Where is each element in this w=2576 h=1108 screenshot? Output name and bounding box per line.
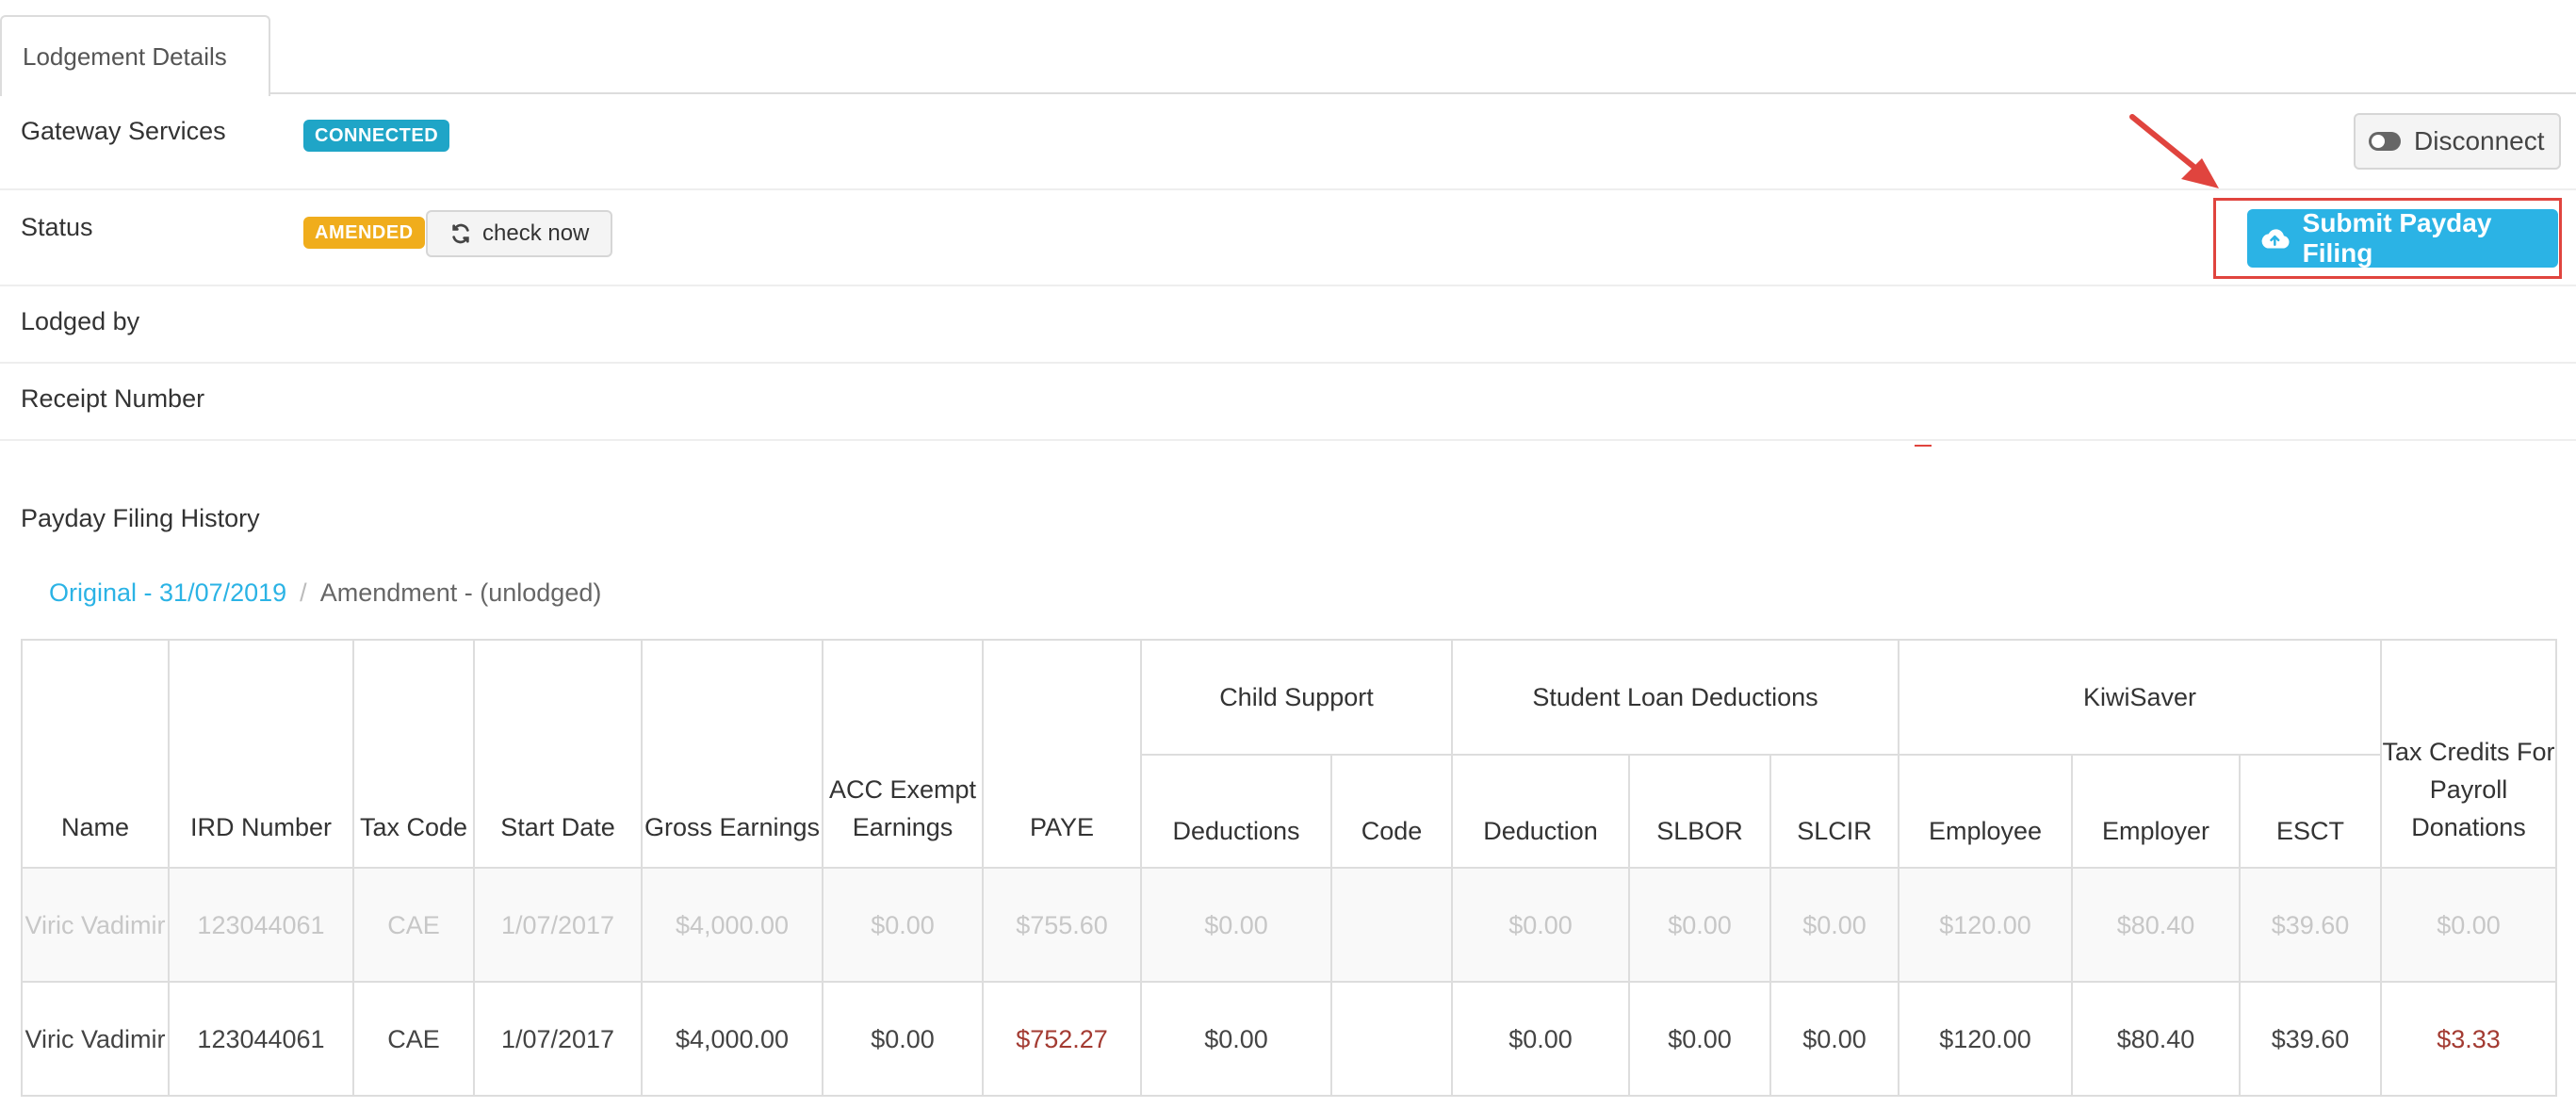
- tab-strip: Lodgement Details: [0, 0, 2576, 96]
- cell-gross-earnings: $4,000.00: [641, 981, 823, 1097]
- cell-ird-number: 123044061: [168, 981, 354, 1097]
- gateway-label: Gateway Services: [21, 117, 226, 145]
- payday-filing-table: Name IRD Number Tax Code Start Date Gros…: [21, 639, 2557, 1097]
- toggle-icon: [2369, 132, 2401, 151]
- header-sl-deduction: Deduction: [1451, 754, 1630, 869]
- header-paye: PAYE: [982, 639, 1142, 869]
- cell-tax-code: CAE: [352, 981, 475, 1097]
- cell-ks-employer: $80.40: [2071, 981, 2241, 1097]
- header-ird-number: IRD Number: [168, 639, 354, 869]
- connected-badge: CONNECTED: [303, 120, 450, 152]
- cell-sl-slbor: $0.00: [1628, 867, 1771, 983]
- divider-mark: [1915, 445, 1932, 447]
- header-cs-code: Code: [1330, 754, 1453, 869]
- disconnect-label: Disconnect: [2414, 126, 2545, 155]
- receipt-row: Receipt Number: [0, 364, 2576, 441]
- cell-ks-employer: $80.40: [2071, 867, 2241, 983]
- cell-ks-esct: $39.60: [2239, 867, 2382, 983]
- check-now-button[interactable]: check now: [426, 210, 612, 257]
- submit-payday-filing-button[interactable]: Submit Payday Filing: [2247, 208, 2558, 268]
- cloud-upload-icon: [2261, 229, 2290, 249]
- header-student-loan: Student Loan Deductions: [1451, 639, 1899, 756]
- cell-sl-slcir: $0.00: [1769, 867, 1899, 983]
- cell-gross-earnings: $4,000.00: [641, 867, 823, 983]
- amended-badge: AMENDED: [303, 217, 425, 249]
- header-start-date: Start Date: [473, 639, 643, 869]
- cell-cs-deductions: $0.00: [1140, 981, 1332, 1097]
- cell-paye: $752.27: [982, 981, 1142, 1097]
- header-child-support: Child Support: [1140, 639, 1453, 756]
- breadcrumb: Original - 31/07/2019 / Amendment - (unlod…: [49, 578, 601, 608]
- check-now-label: check now: [482, 220, 590, 246]
- cell-ks-esct: $39.60: [2239, 981, 2382, 1097]
- cell-cs-deductions: $0.00: [1140, 867, 1332, 983]
- arrow-icon: [2129, 114, 2219, 188]
- cell-start-date: 1/07/2017: [473, 867, 643, 983]
- history-title: Payday Filing History: [21, 504, 260, 532]
- table-row-original: Viric Vadimir 123044061 CAE 1/07/2017 $4…: [21, 867, 2557, 983]
- breadcrumb-amendment: Amendment - (unlodged): [319, 578, 602, 607]
- submit-label: Submit Payday Filing: [2302, 208, 2492, 268]
- cell-sl-slcir: $0.00: [1769, 981, 1899, 1097]
- cell-acc-exempt: $0.00: [822, 867, 984, 983]
- breadcrumb-original[interactable]: Original - 31/07/2019: [49, 578, 286, 607]
- cell-sl-deduction: $0.00: [1451, 867, 1630, 983]
- table-row-amendment: Viric Vadimir 123044061 CAE 1/07/2017 $4…: [21, 981, 2557, 1097]
- cell-sl-slbor: $0.00: [1628, 981, 1771, 1097]
- status-label: Status: [21, 213, 93, 241]
- header-name: Name: [21, 639, 170, 869]
- lodged-by-label: Lodged by: [21, 307, 140, 335]
- cell-paye: $755.60: [982, 867, 1142, 983]
- cell-cs-code: [1330, 981, 1453, 1097]
- header-ks-employee: Employee: [1898, 754, 2073, 869]
- cell-name: Viric Vadimir: [21, 981, 170, 1097]
- receipt-label: Receipt Number: [21, 384, 205, 413]
- header-acc-exempt-earnings: ACC Exempt Earnings: [822, 639, 984, 869]
- cell-tax-credits: $3.33: [2380, 981, 2557, 1097]
- header-tax-credits: Tax Credits For Payroll Donations: [2380, 639, 2557, 869]
- breadcrumb-separator: /: [300, 578, 307, 607]
- header-tax-code: Tax Code: [352, 639, 475, 869]
- cell-cs-code: [1330, 867, 1453, 983]
- cell-ks-employee: $120.00: [1898, 867, 2073, 983]
- header-ks-employer: Employer: [2071, 754, 2241, 869]
- header-gross-earnings: Gross Earnings: [641, 639, 823, 869]
- cell-sl-deduction: $0.00: [1451, 981, 1630, 1097]
- refresh-icon: [452, 223, 469, 244]
- header-sl-slbor: SLBOR: [1628, 754, 1771, 869]
- header-kiwisaver: KiwiSaver: [1898, 639, 2382, 756]
- cell-ird-number: 123044061: [168, 867, 354, 983]
- cell-acc-exempt: $0.00: [822, 981, 984, 1097]
- lodged-by-row: Lodged by: [0, 286, 2576, 364]
- header-cs-deductions: Deductions: [1140, 754, 1332, 869]
- cell-tax-code: CAE: [352, 867, 475, 983]
- header-sl-slcir: SLCIR: [1769, 754, 1899, 869]
- cell-ks-employee: $120.00: [1898, 981, 2073, 1097]
- disconnect-button[interactable]: Disconnect: [2354, 113, 2561, 170]
- header-ks-esct: ESCT: [2239, 754, 2382, 869]
- tab-lodgement-details[interactable]: Lodgement Details: [0, 15, 270, 96]
- cell-start-date: 1/07/2017: [473, 981, 643, 1097]
- cell-tax-credits: $0.00: [2380, 867, 2557, 983]
- cell-name: Viric Vadimir: [21, 867, 170, 983]
